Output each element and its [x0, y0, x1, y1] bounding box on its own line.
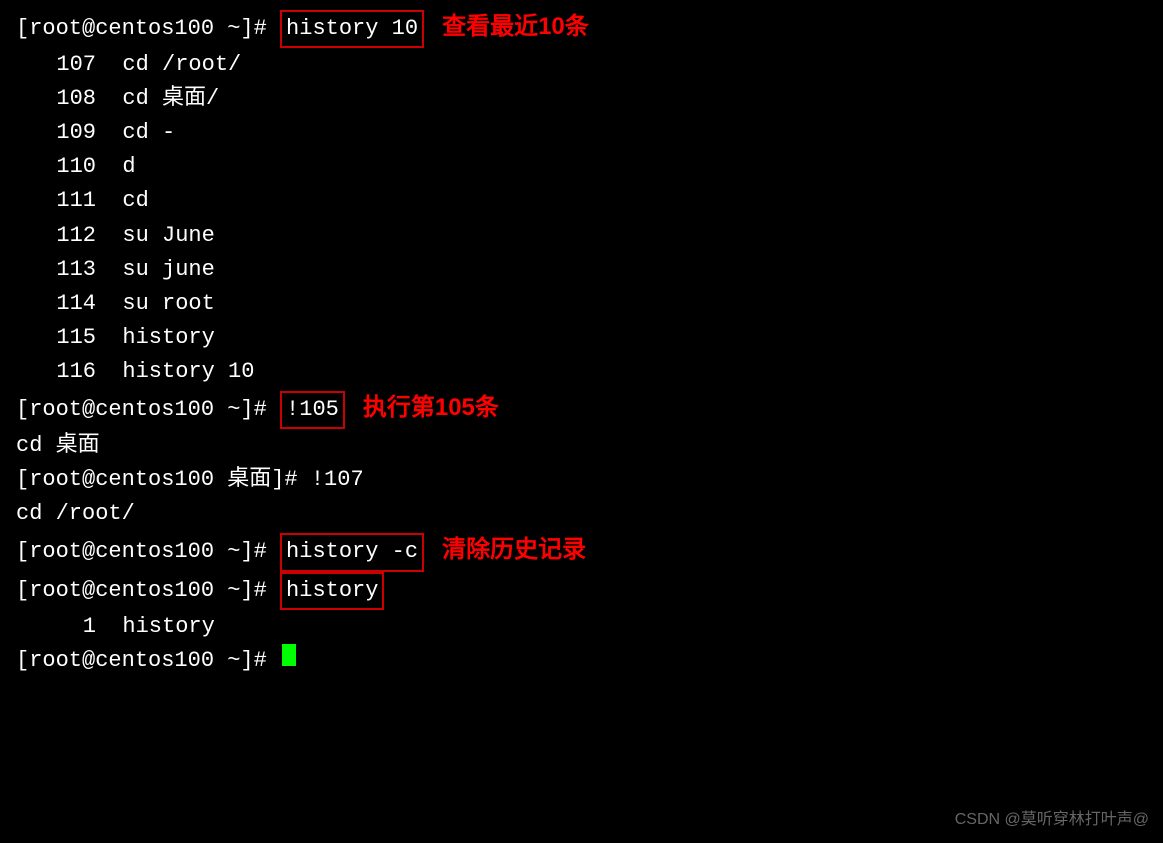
num-1: 1 [48, 610, 96, 644]
cmd-1: history [122, 610, 214, 644]
cmd-116: history 10 [122, 355, 254, 389]
annotation-history-c: 清除历史记录 [442, 531, 586, 568]
num-107: 107 [48, 48, 96, 82]
history-item-111: 111 cd [16, 184, 1147, 218]
history-item-109: 109 cd - [16, 116, 1147, 150]
cursor-block [282, 644, 296, 666]
num-108: 108 [48, 82, 96, 116]
history-item-114: 114 su root [16, 287, 1147, 321]
cmd-112: su June [122, 219, 214, 253]
num-110: 110 [48, 150, 96, 184]
prompt-history-c: [root@centos100 ~]# [16, 535, 280, 569]
num-111: 111 [48, 184, 96, 218]
num-112: 112 [48, 219, 96, 253]
history-item-113: 113 su june [16, 253, 1147, 287]
cmd-108: cd 桌面/ [122, 82, 219, 116]
cmd-111: cd [122, 184, 148, 218]
cmd-114: su root [122, 287, 214, 321]
line-105: [root@centos100 ~]# !105 执行第105条 [16, 389, 1147, 429]
prompt-desktop: [root@centos100 桌面]# [16, 463, 311, 497]
final-prompt-line: [root@centos100 ~]# [16, 644, 1147, 678]
history-item-116: 116 history 10 [16, 355, 1147, 389]
line-history: [root@centos100 ~]# history [16, 572, 1147, 610]
prompt-105: [root@centos100 ~]# [16, 393, 280, 427]
cmd-107: cd /root/ [122, 48, 241, 82]
output-cd-root: cd /root/ [16, 497, 1147, 531]
prompt-1: [root@centos100 ~]# [16, 12, 280, 46]
annotation-105: 执行第105条 [363, 389, 499, 426]
num-114: 114 [48, 287, 96, 321]
output-cd-desktop: cd 桌面 [16, 429, 1147, 463]
line-1: [root@centos100 ~]# history 10 查看最近10条 [16, 8, 1147, 48]
history-item-115: 115 history [16, 321, 1147, 355]
cmd-105: !105 [280, 391, 345, 429]
cmd-115: history [122, 321, 214, 355]
cmd-107-exec: !107 [311, 463, 364, 497]
cmd-113: su june [122, 253, 214, 287]
cmd-history: history [280, 572, 384, 610]
output-text-1: cd 桌面 [16, 429, 100, 463]
prompt-history: [root@centos100 ~]# [16, 574, 280, 608]
history-item-107: 107 cd /root/ [16, 48, 1147, 82]
num-113: 113 [48, 253, 96, 287]
num-116: 116 [48, 355, 96, 389]
final-prompt: [root@centos100 ~]# [16, 644, 280, 678]
num-109: 109 [48, 116, 96, 150]
cmd-history-c: history -c [280, 533, 424, 571]
history-item-108: 108 cd 桌面/ [16, 82, 1147, 116]
line-history-c: [root@centos100 ~]# history -c 清除历史记录 [16, 531, 1147, 571]
output-text-2: cd /root/ [16, 497, 135, 531]
annotation-1: 查看最近10条 [442, 8, 589, 45]
terminal: [root@centos100 ~]# history 10 查看最近10条 10… [0, 0, 1163, 843]
history-item-110: 110 d [16, 150, 1147, 184]
line-107: [root@centos100 桌面]# !107 [16, 463, 1147, 497]
num-115: 115 [48, 321, 96, 355]
watermark: CSDN @莫听穿林打叶声@ [955, 805, 1149, 829]
history-item-1: 1 history [16, 610, 1147, 644]
cmd-109: cd - [122, 116, 175, 150]
cmd-history10: history 10 [280, 10, 424, 48]
cmd-110: d [122, 150, 135, 184]
history-item-112: 112 su June [16, 219, 1147, 253]
